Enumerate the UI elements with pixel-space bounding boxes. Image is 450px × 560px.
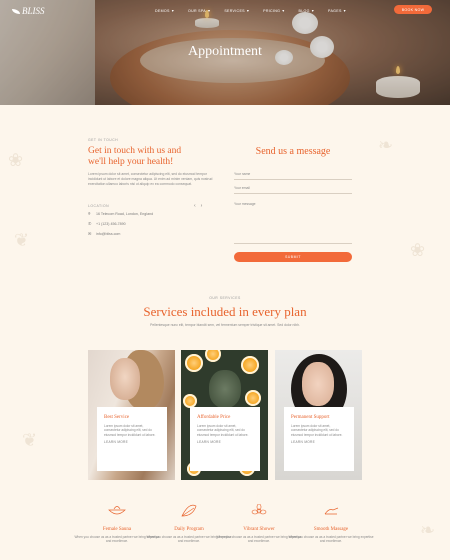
page-title: Appointment xyxy=(188,44,262,59)
service-card: Affordable Price Lorem ipsum dolor sit a… xyxy=(181,350,268,480)
nav-item-pages[interactable]: PAGES ▾ xyxy=(328,8,346,13)
logo-text: BLISS xyxy=(22,6,45,16)
contact-heading: Get in touch with us and we'll help your… xyxy=(88,146,228,168)
services-title: Services included in every plan xyxy=(143,304,307,319)
location-label: LOCATION xyxy=(88,204,110,208)
service-card-text: Lorem ipsum dolor sit amet, consectetur … xyxy=(104,424,156,437)
orange-slice xyxy=(185,354,203,372)
chevron-right-icon[interactable]: › xyxy=(201,203,203,209)
contact-section: GET IN TOUCH Get in touch with us and we… xyxy=(88,138,228,187)
site-logo[interactable]: BLISS xyxy=(12,6,45,16)
hand-icon xyxy=(324,507,339,515)
contact-heading-line1: Get in touch with us and xyxy=(88,146,182,156)
nav-label: BLOG xyxy=(298,8,310,13)
nav-label: DEMOS xyxy=(155,8,170,13)
hero-banner: BLISS DEMOS ▾ OUR SPA ▾ SERVICES ▾ PRICING ▾… xyxy=(0,0,450,105)
bowl-icon xyxy=(108,506,126,515)
submit-button[interactable]: SUBMIT xyxy=(234,252,352,262)
services-eyebrow: OUR SERVICES xyxy=(209,296,241,300)
botanical-decor-icon: ❧ xyxy=(420,520,436,540)
book-now-button[interactable]: BOOK NOW xyxy=(394,5,432,14)
nav-label: PAGES xyxy=(328,8,342,13)
chevron-down-icon: ▾ xyxy=(311,8,315,13)
leaf-icon xyxy=(12,8,20,14)
face-shape xyxy=(209,370,241,408)
mail-icon: ✉ xyxy=(88,231,92,236)
flower-icon xyxy=(251,503,267,515)
feature-text: When you choose us as a trusted partner … xyxy=(288,535,374,544)
service-card-body: Best Service Lorem ipsum dolor sit amet,… xyxy=(97,407,167,471)
service-card-text: Lorem ipsum dolor sit amet, consectetur … xyxy=(197,424,249,437)
phone-row[interactable]: ✆ +1 (123) 456-7890 xyxy=(88,221,126,227)
nav-item-demos[interactable]: DEMOS ▾ xyxy=(155,8,174,13)
service-card-title: Best Service xyxy=(104,415,130,420)
nav-label: PRICING xyxy=(263,8,281,13)
service-card-body: Permanent Support Lorem ipsum dolor sit … xyxy=(284,407,354,471)
email-field[interactable]: Your email xyxy=(234,186,352,194)
email-placeholder: Your email xyxy=(234,186,250,190)
nav-item-our-spa[interactable]: OUR SPA ▾ xyxy=(188,8,210,13)
service-card-title: Permanent Support xyxy=(291,415,330,420)
botanical-decor-icon: ❧ xyxy=(378,135,394,155)
nav-item-services[interactable]: SERVICES ▾ xyxy=(224,8,249,13)
main-nav: DEMOS ▾ OUR SPA ▾ SERVICES ▾ PRICING ▾ BLOG ▾… xyxy=(155,8,346,13)
orange-slice xyxy=(241,356,259,374)
chevron-down-icon: ▾ xyxy=(208,8,211,13)
orange-slice xyxy=(245,390,261,406)
service-card-body: Affordable Price Lorem ipsum dolor sit a… xyxy=(190,407,260,471)
nav-item-pricing[interactable]: PRICING ▾ xyxy=(263,8,284,13)
face-shape xyxy=(302,362,334,406)
message-placeholder: Your message xyxy=(234,202,256,206)
contact-heading-line2: we'll help your health! xyxy=(88,157,174,167)
nav-item-blog[interactable]: BLOG ▾ xyxy=(299,8,315,13)
service-card-title: Affordable Price xyxy=(197,415,231,420)
form-title: Send us a message xyxy=(255,146,331,157)
leaf-icon xyxy=(181,504,197,517)
botanical-decor-icon: ❀ xyxy=(8,150,24,170)
chevron-down-icon: ▾ xyxy=(282,8,285,13)
service-card-text: Lorem ipsum dolor sit amet, consectetur … xyxy=(291,424,343,437)
chevron-down-icon: ▾ xyxy=(246,8,250,13)
phone-icon: ✆ xyxy=(88,221,92,226)
chevron-down-icon: ▾ xyxy=(171,8,174,13)
address-text: 16 Telecom Road, London, England xyxy=(96,212,154,216)
name-placeholder: Your name xyxy=(234,172,251,176)
contact-eyebrow: GET IN TOUCH xyxy=(88,138,119,142)
email-text: info@bliss.com xyxy=(96,232,121,236)
name-field[interactable]: Your name xyxy=(234,172,352,180)
chevron-left-icon[interactable]: ‹ xyxy=(194,203,196,209)
nav-label: SERVICES xyxy=(224,8,245,13)
address-row: ⌾ 16 Telecom Road, London, England xyxy=(88,211,154,217)
learn-more-link[interactable]: LEARN MORE xyxy=(197,440,253,444)
learn-more-link[interactable]: LEARN MORE xyxy=(291,440,347,444)
service-card: Best Service Lorem ipsum dolor sit amet,… xyxy=(88,350,175,480)
message-field[interactable]: Your message xyxy=(234,202,352,244)
botanical-decor-icon: ❀ xyxy=(410,240,426,260)
services-description: Pellentesque nunc elit, tempor blandit s… xyxy=(150,323,300,327)
service-card: Permanent Support Lorem ipsum dolor sit … xyxy=(275,350,362,480)
contact-description: Lorem ipsum dolor sit amet, consectetur … xyxy=(88,172,213,186)
feature-item: Smooth Massage When you choose us as a t… xyxy=(288,504,374,544)
email-row[interactable]: ✉ info@bliss.com xyxy=(88,231,121,237)
face-shape xyxy=(110,358,140,400)
learn-more-link[interactable]: LEARN MORE xyxy=(104,440,160,444)
phone-text: +1 (123) 456-7890 xyxy=(96,222,126,226)
botanical-decor-icon: ❦ xyxy=(22,430,38,450)
orange-slice xyxy=(183,394,197,408)
chevron-down-icon: ▾ xyxy=(343,8,346,13)
feature-title: Smooth Massage xyxy=(313,527,349,532)
botanical-decor-icon: ❦ xyxy=(14,230,30,250)
location-arrows: ‹ › xyxy=(194,203,202,209)
orange-slice xyxy=(205,350,221,362)
nav-label: OUR SPA xyxy=(188,8,207,13)
map-pin-icon: ⌾ xyxy=(88,211,91,216)
